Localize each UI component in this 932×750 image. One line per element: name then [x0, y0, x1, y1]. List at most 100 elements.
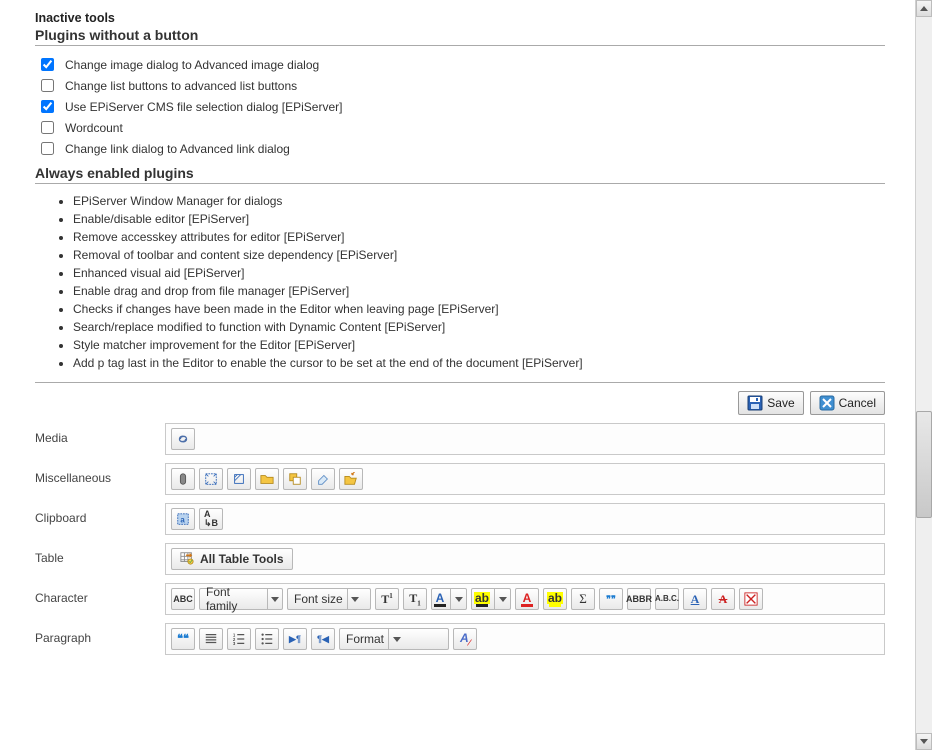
plugin-checkbox[interactable]: [41, 58, 54, 71]
character-row: Character ABC Font family Font size T1 T…: [35, 583, 885, 615]
miscellaneous-row: Miscellaneous: [35, 463, 885, 495]
save-icon: [747, 395, 763, 411]
list-item: Enable drag and drop from file manager […: [73, 282, 885, 300]
font-size-dropdown[interactable]: Font size: [287, 588, 371, 610]
font-color-icon[interactable]: A: [515, 588, 539, 610]
chevron-down-icon: [267, 589, 282, 609]
inactive-tools-heading: Inactive tools: [35, 11, 885, 25]
list-item: Search/replace modified to function with…: [73, 318, 885, 336]
list-item: Removal of toolbar and content size depe…: [73, 246, 885, 264]
subscript-icon[interactable]: T1: [403, 588, 427, 610]
font-color-dropdown[interactable]: A: [431, 588, 467, 610]
clipboard-row: Clipboard a A↳B: [35, 503, 885, 535]
list-item: Style matcher improvement for the Editor…: [73, 336, 885, 354]
plugin-checkbox[interactable]: [41, 79, 54, 92]
plugin-checkbox[interactable]: [41, 121, 54, 134]
deleted-text-icon[interactable]: A: [711, 588, 735, 610]
folder-icon[interactable]: [255, 468, 279, 490]
cancel-button[interactable]: Cancel: [810, 391, 885, 415]
list-bullet-icon[interactable]: [255, 628, 279, 650]
eraser-icon[interactable]: [311, 468, 335, 490]
rtl-icon[interactable]: ¶◀: [311, 628, 335, 650]
svg-text:3: 3: [233, 641, 236, 646]
plugin-checkbox[interactable]: [41, 100, 54, 113]
chevron-down-icon: [388, 629, 404, 649]
clipboard-label: Clipboard: [35, 503, 165, 525]
save-button-label: Save: [767, 396, 794, 410]
plugin-checkbox-row: Change link dialog to Advanced link dial…: [37, 138, 885, 159]
plugin-checkbox-label: Wordcount: [65, 121, 123, 135]
chevron-down-icon: [450, 589, 466, 609]
table-box: All Table Tools: [165, 543, 885, 575]
justify-icon[interactable]: [199, 628, 223, 650]
vertical-scrollbar[interactable]: [915, 0, 932, 750]
list-item: Remove accesskey attributes for editor […: [73, 228, 885, 246]
save-button[interactable]: Save: [738, 391, 803, 415]
always-enabled-heading: Always enabled plugins: [35, 165, 885, 184]
font-family-dropdown[interactable]: Font family: [199, 588, 283, 610]
chevron-down-icon: [494, 589, 510, 609]
plugin-checkbox-row: Use EPiServer CMS file selection dialog …: [37, 96, 885, 117]
open-folder-icon[interactable]: [339, 468, 363, 490]
highlight-icon[interactable]: ab: [543, 588, 567, 610]
scroll-up-button[interactable]: [916, 0, 932, 17]
miscellaneous-box: [165, 463, 885, 495]
character-box: ABC Font family Font size T1 T1 A ab A: [165, 583, 885, 615]
miscellaneous-label: Miscellaneous: [35, 463, 165, 485]
format-label: Format: [346, 632, 384, 646]
chevron-down-icon: [347, 589, 363, 609]
list-item: EPiServer Window Manager for dialogs: [73, 192, 885, 210]
plugins-without-button-heading: Plugins without a button: [35, 27, 885, 46]
list-item: Enable/disable editor [EPiServer]: [73, 210, 885, 228]
paragraph-label: Paragraph: [35, 623, 165, 645]
paragraph-row: Paragraph ❝❝ 123 ▶¶ ¶◀ Format A⁄: [35, 623, 885, 655]
table-icon: [180, 551, 194, 568]
layers-icon[interactable]: [283, 468, 307, 490]
media-label: Media: [35, 423, 165, 445]
media-row: Media: [35, 423, 885, 455]
link-icon[interactable]: [171, 428, 195, 450]
plugin-checkbox[interactable]: [41, 142, 54, 155]
ltr-icon[interactable]: ▶¶: [283, 628, 307, 650]
font-family-label: Font family: [206, 585, 263, 613]
list-item: Checks if changes have been made in the …: [73, 300, 885, 318]
highlight-color-dropdown[interactable]: ab: [471, 588, 511, 610]
plugin-checkbox-label: Use EPiServer CMS file selection dialog …: [65, 100, 342, 114]
scroll-down-button[interactable]: [916, 733, 932, 750]
abc-strikethrough-icon[interactable]: ABC: [171, 588, 195, 610]
table-label: Table: [35, 543, 165, 565]
character-label: Character: [35, 583, 165, 605]
format-dropdown[interactable]: Format: [339, 628, 449, 650]
blockquote-icon[interactable]: ❝❝: [171, 628, 195, 650]
list-item: Add p tag last in the Editor to enable t…: [73, 354, 885, 372]
fullscreen-icon[interactable]: [199, 468, 223, 490]
acronym-icon[interactable]: A.B.C.: [655, 588, 679, 610]
superscript-icon[interactable]: T1: [375, 588, 399, 610]
attachment-icon[interactable]: [171, 468, 195, 490]
special-char-icon[interactable]: Σ: [571, 588, 595, 610]
cite-icon[interactable]: ❞❞: [599, 588, 623, 610]
always-enabled-list: EPiServer Window Manager for dialogs Ena…: [35, 192, 885, 372]
font-size-label: Font size: [294, 592, 343, 606]
all-table-tools-label: All Table Tools: [200, 552, 284, 566]
plugin-checkbox-label: Change link dialog to Advanced link dial…: [65, 142, 290, 156]
all-table-tools-button[interactable]: All Table Tools: [171, 548, 293, 570]
cancel-icon: [819, 395, 835, 411]
scroll-thumb[interactable]: [916, 411, 932, 518]
plugin-checkbox-label: Change image dialog to Advanced image di…: [65, 58, 319, 72]
button-bar: Save Cancel: [35, 382, 885, 415]
clipboard-box: a A↳B: [165, 503, 885, 535]
insert-template-icon[interactable]: [227, 468, 251, 490]
unknown-action-icon[interactable]: [739, 588, 763, 610]
list-numbered-icon[interactable]: 123: [227, 628, 251, 650]
insert-char-icon[interactable]: A: [683, 588, 707, 610]
list-item: Enhanced visual aid [EPiServer]: [73, 264, 885, 282]
abbr-icon[interactable]: ABBR: [627, 588, 651, 610]
plugin-checkbox-row: Wordcount: [37, 117, 885, 138]
select-all-icon[interactable]: a: [171, 508, 195, 530]
scroll-track[interactable]: [916, 17, 932, 733]
plugin-checkbox-row: Change image dialog to Advanced image di…: [37, 54, 885, 75]
paragraph-box: ❝❝ 123 ▶¶ ¶◀ Format A⁄: [165, 623, 885, 655]
replace-icon[interactable]: A↳B: [199, 508, 223, 530]
remove-format-icon[interactable]: A⁄: [453, 628, 477, 650]
